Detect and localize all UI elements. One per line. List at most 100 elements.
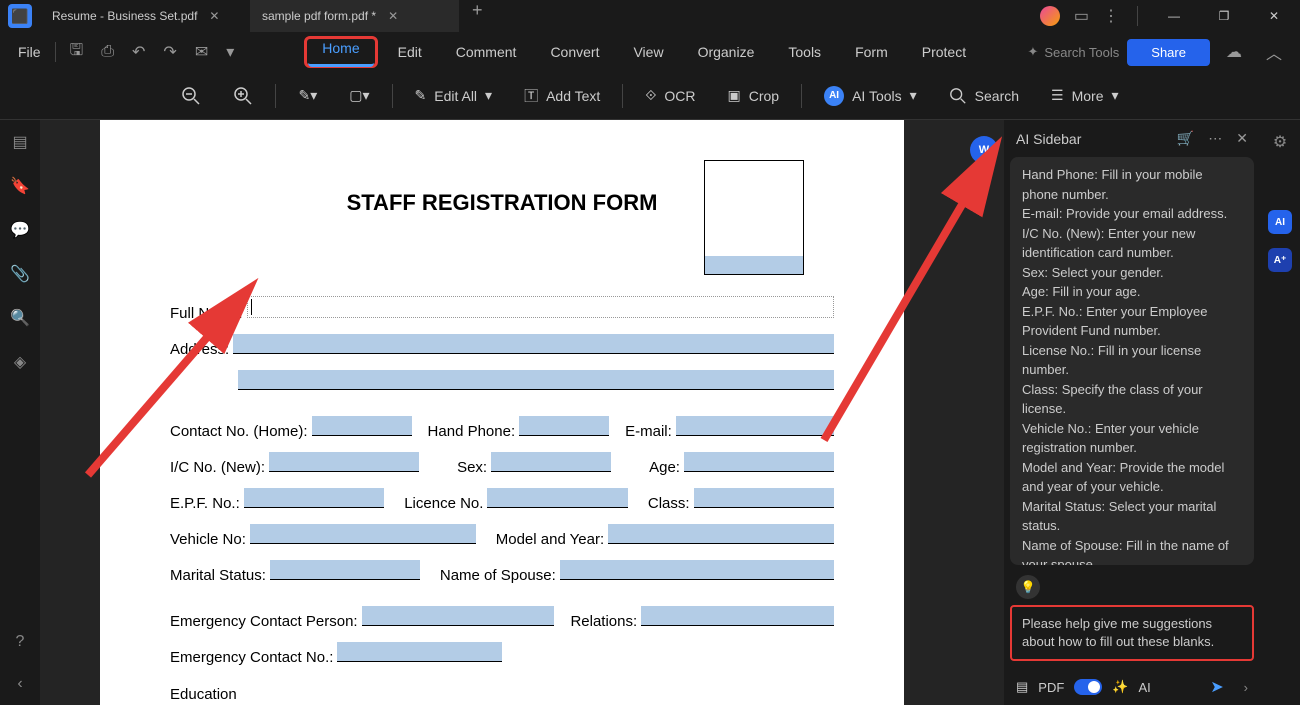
close-button[interactable]: ✕ bbox=[1256, 0, 1292, 32]
photo-placeholder[interactable] bbox=[704, 160, 804, 275]
ic-no-field[interactable] bbox=[269, 452, 419, 472]
menu-tab-home[interactable]: Home bbox=[308, 32, 373, 67]
app-icon[interactable]: ⬛ bbox=[8, 4, 32, 28]
highlight-icon[interactable]: ✎▾ bbox=[288, 81, 327, 110]
address-field-2[interactable] bbox=[238, 370, 834, 390]
class-field[interactable] bbox=[694, 488, 834, 508]
hand-phone-field[interactable] bbox=[519, 416, 609, 436]
label-spouse: Name of Spouse: bbox=[440, 567, 556, 584]
ocr-button[interactable]: ⟐ OCR bbox=[635, 81, 705, 110]
age-field[interactable] bbox=[684, 452, 834, 472]
undo-icon[interactable]: ↶ bbox=[124, 36, 153, 68]
tab-resume[interactable]: Resume - Business Set.pdf ✕ bbox=[40, 0, 250, 32]
add-text-button[interactable]: 🅃 Add Text bbox=[514, 80, 610, 112]
redo-icon[interactable]: ↷ bbox=[155, 36, 184, 68]
education-title: Education bbox=[170, 686, 834, 703]
shape-icon[interactable]: ▢▾ bbox=[339, 81, 379, 110]
save-icon[interactable]: 🖫 bbox=[62, 33, 92, 72]
emergency-no-field[interactable] bbox=[337, 642, 501, 662]
menu-tab-comment[interactable]: Comment bbox=[442, 36, 531, 68]
more-button[interactable]: ☰ More▾ bbox=[1041, 81, 1129, 110]
share-button[interactable]: Share bbox=[1127, 39, 1210, 66]
layers-icon[interactable]: ◈ bbox=[14, 352, 26, 372]
email-field[interactable] bbox=[676, 416, 834, 436]
message-icon[interactable]: ▭ bbox=[1074, 6, 1089, 26]
translate-icon[interactable]: A⁺ bbox=[1268, 248, 1292, 272]
more-icon[interactable]: ⋯ bbox=[1208, 130, 1222, 147]
search-button[interactable]: Search bbox=[939, 81, 1029, 111]
ai-sidebar-title: AI Sidebar bbox=[1016, 131, 1167, 147]
bookmark-icon[interactable]: 🔖 bbox=[10, 176, 30, 196]
file-menu[interactable]: File bbox=[10, 38, 49, 66]
model-year-field[interactable] bbox=[608, 524, 834, 544]
titlebar: ⬛ Resume - Business Set.pdf ✕ sample pdf… bbox=[0, 0, 1300, 32]
label-class: Class: bbox=[648, 495, 690, 512]
cloud-icon[interactable]: ☁ bbox=[1218, 36, 1250, 68]
label-epf: E.P.F. No.: bbox=[170, 495, 240, 512]
close-icon[interactable]: ✕ bbox=[1236, 130, 1248, 147]
search-tools[interactable]: ✦ Search Tools bbox=[1027, 44, 1119, 60]
crop-button[interactable]: ▣ Crop bbox=[717, 81, 789, 110]
menu-tab-convert[interactable]: Convert bbox=[536, 36, 613, 68]
edit-all-button[interactable]: ✎ Edit All▾ bbox=[405, 81, 503, 110]
full-name-field[interactable] bbox=[247, 296, 834, 318]
label-email: E-mail: bbox=[625, 423, 672, 440]
tab-sample-form[interactable]: sample pdf form.pdf * ✕ bbox=[250, 0, 460, 32]
attachment-icon[interactable]: 📎 bbox=[10, 264, 30, 284]
ai-mode-label: AI bbox=[1138, 680, 1150, 695]
search-icon[interactable]: 🔍 bbox=[10, 308, 30, 328]
document-viewport[interactable]: STAFF REGISTRATION FORM Full Name: Addre… bbox=[40, 120, 964, 705]
word-icon[interactable]: W bbox=[970, 136, 998, 164]
vehicle-field[interactable] bbox=[250, 524, 476, 544]
pdf-mode-label: PDF bbox=[1038, 680, 1064, 695]
label-full-name: Full Name: bbox=[170, 305, 243, 322]
avatar[interactable] bbox=[1040, 6, 1060, 26]
licence-field[interactable] bbox=[487, 488, 627, 508]
help-icon[interactable]: ? bbox=[16, 633, 25, 651]
print-icon[interactable]: ⎙ bbox=[93, 37, 122, 67]
send-icon[interactable]: ➤ bbox=[1210, 677, 1223, 697]
zoom-out-icon[interactable] bbox=[171, 80, 211, 112]
left-rail: ▤ 🔖 💬 📎 🔍 ◈ ? ‹ bbox=[0, 120, 40, 705]
settings-icon[interactable]: ⚙ bbox=[1273, 132, 1287, 152]
comment-icon[interactable]: 💬 bbox=[10, 220, 30, 240]
menu-tab-view[interactable]: View bbox=[619, 36, 677, 68]
right-rail: ⚙ AI A⁺ bbox=[1260, 120, 1300, 705]
zoom-in-icon[interactable] bbox=[223, 80, 263, 112]
epf-field[interactable] bbox=[244, 488, 384, 508]
marital-field[interactable] bbox=[270, 560, 420, 580]
ai-response: Hand Phone: Fill in your mobile phone nu… bbox=[1010, 157, 1254, 565]
menu-tab-protect[interactable]: Protect bbox=[908, 36, 980, 68]
menu-tab-organize[interactable]: Organize bbox=[684, 36, 769, 68]
chevron-left-icon[interactable]: ‹ bbox=[17, 675, 22, 693]
minimize-button[interactable]: — bbox=[1156, 0, 1192, 32]
close-icon[interactable]: ✕ bbox=[209, 9, 219, 23]
mode-toggle[interactable] bbox=[1074, 679, 1102, 695]
close-icon[interactable]: ✕ bbox=[388, 9, 398, 23]
ai-tools-button[interactable]: AI AI Tools▾ bbox=[814, 80, 927, 112]
label-ic-no: I/C No. (New): bbox=[170, 459, 265, 476]
maximize-button[interactable]: ❐ bbox=[1206, 0, 1242, 32]
emergency-person-field[interactable] bbox=[362, 606, 555, 626]
address-field-1[interactable] bbox=[233, 334, 834, 354]
chevron-right-icon[interactable]: › bbox=[1244, 680, 1248, 695]
label-emergency-no: Emergency Contact No.: bbox=[170, 649, 333, 666]
kebab-menu-icon[interactable]: ⋮ bbox=[1103, 6, 1119, 26]
chevron-down-icon[interactable]: ▾ bbox=[218, 36, 242, 68]
ai-panel-icon[interactable]: AI bbox=[1268, 210, 1292, 234]
chevron-up-icon[interactable]: ︿ bbox=[1258, 34, 1290, 70]
toolbar: ✎▾ ▢▾ ✎ Edit All▾ 🅃 Add Text ⟐ OCR ▣ Cro… bbox=[0, 72, 1300, 120]
mail-icon[interactable]: ✉ bbox=[187, 36, 216, 68]
relations-field[interactable] bbox=[641, 606, 834, 626]
contact-home-field[interactable] bbox=[312, 416, 412, 436]
menu-tab-edit[interactable]: Edit bbox=[384, 36, 436, 68]
sex-field[interactable] bbox=[491, 452, 611, 472]
menu-tab-tools[interactable]: Tools bbox=[774, 36, 835, 68]
cart-icon[interactable]: 🛒 bbox=[1177, 130, 1194, 147]
menu-tab-form[interactable]: Form bbox=[841, 36, 902, 68]
new-tab-button[interactable]: + bbox=[460, 0, 495, 32]
bulb-icon[interactable]: 💡 bbox=[1016, 575, 1040, 599]
thumbnails-icon[interactable]: ▤ bbox=[12, 132, 27, 152]
ai-prompt-highlight[interactable]: Please help give me suggestions about ho… bbox=[1010, 605, 1254, 661]
spouse-field[interactable] bbox=[560, 560, 834, 580]
